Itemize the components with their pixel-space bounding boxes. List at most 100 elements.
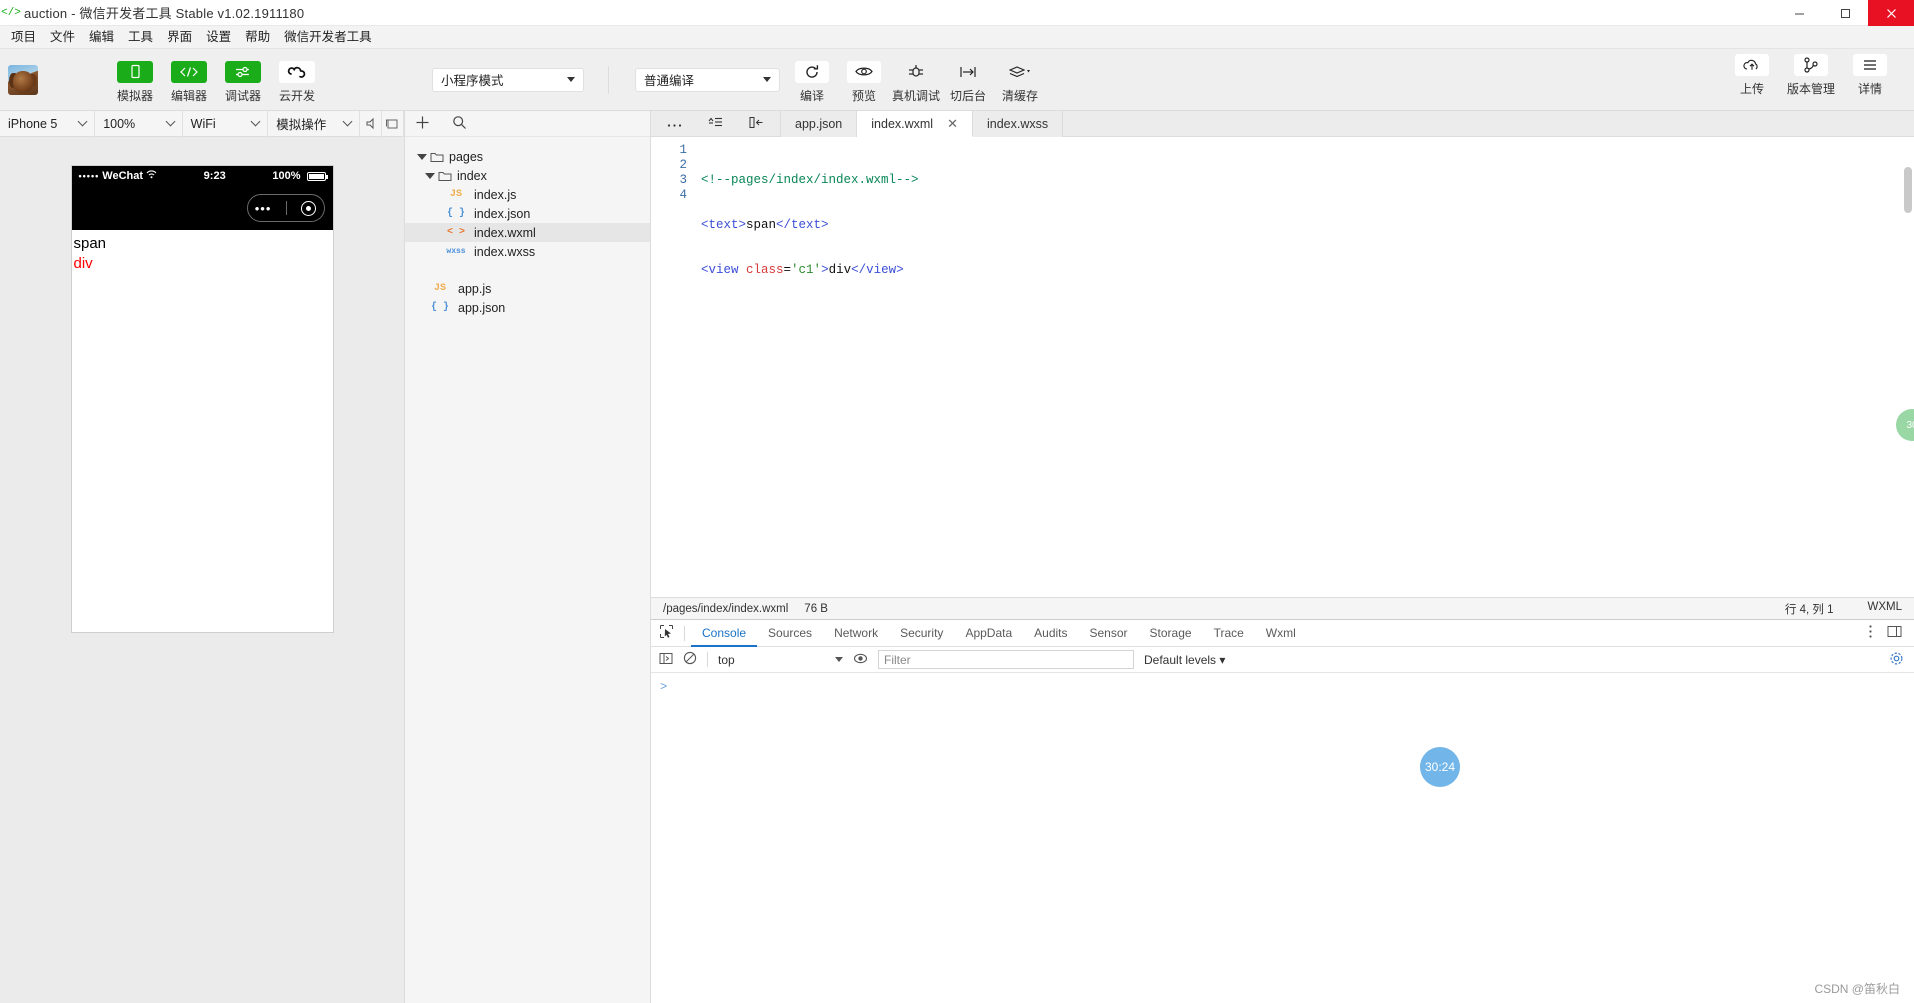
- menu-item-settings[interactable]: 设置: [199, 26, 238, 49]
- line-number: 1: [651, 143, 687, 158]
- code-icon: [171, 61, 207, 83]
- tab-index-wxss[interactable]: index.wxss: [973, 111, 1063, 137]
- menu-item-edit[interactable]: 编辑: [82, 26, 121, 49]
- format-indent-icon[interactable]: [708, 116, 723, 131]
- toggle-editor-button[interactable]: 编辑器: [162, 61, 216, 104]
- devtools-tab-sources[interactable]: Sources: [757, 620, 823, 647]
- volume-icon[interactable]: [360, 111, 382, 137]
- live-expression-icon[interactable]: [853, 652, 868, 668]
- filterbar-divider: [707, 652, 708, 667]
- js-file-icon: JS: [427, 283, 453, 294]
- toggle-debugger-button[interactable]: 调试器: [216, 61, 270, 104]
- scrollbar-thumb[interactable]: [1904, 167, 1912, 213]
- collapse-left-icon[interactable]: [749, 116, 764, 132]
- tree-node-index-folder[interactable]: index: [405, 166, 650, 185]
- console-filter-input[interactable]: Filter: [878, 650, 1134, 669]
- devtools-tab-console[interactable]: Console: [691, 620, 757, 647]
- zoom-select[interactable]: 100%: [95, 111, 182, 137]
- tree-node-pages[interactable]: pages: [405, 147, 650, 166]
- console-context-select[interactable]: top: [718, 650, 843, 670]
- devtools-tab-appdata[interactable]: AppData: [954, 620, 1023, 647]
- json-file-icon: { }: [443, 208, 469, 219]
- menu-item-tools[interactable]: 工具: [121, 26, 160, 49]
- editor-scrollbar[interactable]: [1902, 137, 1914, 597]
- more-vertical-icon[interactable]: [1868, 624, 1873, 642]
- clear-cache-button[interactable]: 清缓存: [994, 61, 1046, 104]
- menu-item-devtools[interactable]: 微信开发者工具: [277, 26, 379, 49]
- device-select[interactable]: iPhone 5: [0, 111, 95, 137]
- devtools-tab-audits[interactable]: Audits: [1023, 620, 1078, 647]
- upload-button[interactable]: 上传: [1726, 54, 1778, 97]
- more-horizontal-icon[interactable]: [667, 116, 682, 131]
- tree-node-index-wxml[interactable]: < > index.wxml: [405, 223, 650, 242]
- minimize-icon[interactable]: [1776, 0, 1822, 26]
- plus-icon[interactable]: [415, 115, 430, 133]
- devtools-panel: Console Sources Network Security AppData…: [651, 619, 1914, 1003]
- code-content[interactable]: <!--pages/index/index.wxml--> <text>span…: [695, 137, 1914, 597]
- devtools-tab-trace[interactable]: Trace: [1203, 620, 1255, 647]
- code-editor[interactable]: 1 2 3 4 <!--pages/index/index.wxml--> <t…: [651, 137, 1914, 597]
- code-tag-bracket: >: [821, 263, 829, 277]
- status-cursor-position[interactable]: 行 4, 列 1: [1785, 601, 1834, 617]
- console-output[interactable]: > 30:24 CSDN @笛秋白: [651, 673, 1914, 1003]
- console-levels-select[interactable]: Default levels ▾: [1144, 653, 1225, 667]
- compile-button[interactable]: 编译: [786, 61, 838, 104]
- tab-index-wxml[interactable]: index.wxml ✕: [857, 111, 973, 137]
- console-prompt[interactable]: >: [660, 680, 667, 694]
- menu-item-view[interactable]: 界面: [160, 26, 199, 49]
- cloud-dev-button[interactable]: 云开发: [270, 61, 324, 104]
- console-context-value: top: [718, 653, 735, 667]
- switch-background-button[interactable]: 切后台: [942, 61, 994, 104]
- maximize-icon[interactable]: [1822, 0, 1868, 26]
- gear-icon[interactable]: [1889, 651, 1914, 669]
- toggle-simulator-label: 模拟器: [117, 87, 153, 104]
- menu-item-help[interactable]: 帮助: [238, 26, 277, 49]
- tree-node-index-json[interactable]: { } index.json: [405, 204, 650, 223]
- chevron-down-icon[interactable]: [425, 173, 435, 179]
- toggle-simulator-button[interactable]: 模拟器: [108, 61, 162, 104]
- devtools-tab-storage[interactable]: Storage: [1139, 620, 1203, 647]
- tree-node-index-js[interactable]: JS index.js: [405, 185, 650, 204]
- menu-item-project[interactable]: 项目: [4, 26, 43, 49]
- network-select[interactable]: WiFi: [183, 111, 269, 137]
- dock-panel-icon[interactable]: [1887, 625, 1902, 641]
- details-button[interactable]: 详情: [1844, 54, 1896, 97]
- devtools-tab-network[interactable]: Network: [823, 620, 889, 647]
- status-language[interactable]: WXML: [1868, 601, 1903, 617]
- more-dots-icon[interactable]: •••: [255, 202, 272, 215]
- tree-node-app-json[interactable]: { } app.json: [405, 298, 650, 317]
- capsule-button[interactable]: •••: [247, 194, 325, 222]
- code-operator: =: [784, 263, 792, 277]
- clear-console-icon[interactable]: [683, 651, 697, 668]
- show-sidebar-icon[interactable]: [659, 652, 673, 668]
- operation-select[interactable]: 模拟操作: [268, 111, 359, 137]
- close-icon[interactable]: [1868, 0, 1914, 26]
- page-view-div: div: [74, 254, 331, 274]
- close-icon[interactable]: ✕: [947, 117, 958, 130]
- chevron-down-icon[interactable]: [417, 154, 427, 160]
- tree-node-app-js[interactable]: JS app.js: [405, 279, 650, 298]
- preview-button[interactable]: 预览: [838, 61, 890, 104]
- status-bar-time: 9:23: [204, 170, 226, 182]
- mode-select[interactable]: 小程序模式: [432, 68, 584, 92]
- inspect-cursor-icon[interactable]: [659, 624, 674, 642]
- window-icon[interactable]: [382, 111, 404, 137]
- version-management-button[interactable]: 版本管理: [1778, 54, 1844, 97]
- target-circle-icon[interactable]: [301, 201, 316, 216]
- sliders-icon: [225, 61, 261, 83]
- menu-item-file[interactable]: 文件: [43, 26, 82, 49]
- devtools-tab-wxml[interactable]: Wxml: [1255, 620, 1307, 647]
- devtools-tab-sensor[interactable]: Sensor: [1079, 620, 1139, 647]
- simulator-toolbar: iPhone 5 100% WiFi 模拟操作: [0, 111, 404, 137]
- compile-select[interactable]: 普通编译: [635, 68, 780, 92]
- layers-icon: [1003, 61, 1037, 83]
- devtools-tab-security[interactable]: Security: [889, 620, 954, 647]
- tree-node-index-wxss[interactable]: wxss index.wxss: [405, 242, 650, 261]
- real-device-debug-button[interactable]: 真机调试: [890, 61, 942, 104]
- avatar[interactable]: [8, 65, 38, 95]
- status-bar-left: ••••• WeChat: [79, 170, 158, 182]
- toolbar-divider: [608, 66, 609, 94]
- search-icon[interactable]: [452, 115, 467, 133]
- timer-bubble[interactable]: 30:24: [1420, 747, 1460, 787]
- tab-app-json[interactable]: app.json: [781, 111, 857, 137]
